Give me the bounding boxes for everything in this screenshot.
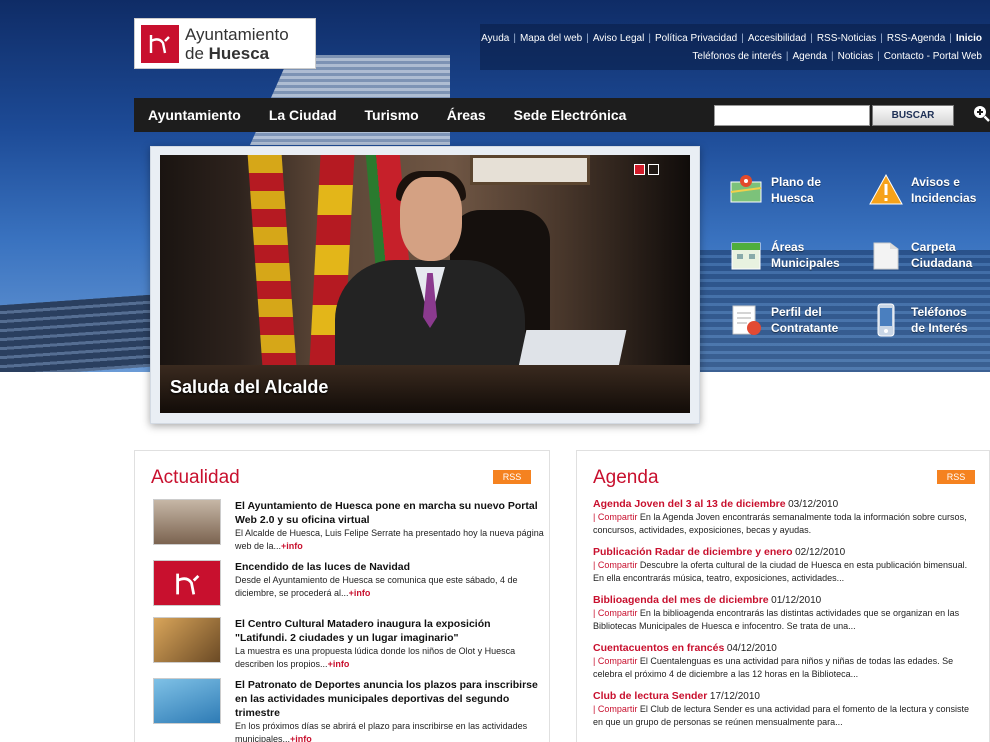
agenda-item-text: El Club de lectura Sender es una activid… — [593, 704, 970, 727]
folder-icon — [873, 242, 899, 270]
link-contacto[interactable]: Contacto - Portal Web — [884, 51, 982, 62]
news-thumb-photo[interactable] — [153, 499, 221, 545]
link-rss-noticias[interactable]: RSS-Noticias — [817, 33, 876, 44]
quick-links: Plano de Huesca Avisos e Incidencias Áre… — [712, 160, 990, 360]
logo-line1: Ayuntamiento — [185, 24, 289, 44]
news-title[interactable]: El Ayuntamiento de Huesca pone en marcha… — [235, 499, 545, 527]
list-item: Biblioagenda del mes de diciembre 01/12/… — [593, 594, 979, 633]
link-aviso-legal[interactable]: Aviso Legal — [593, 33, 645, 44]
slide-dot-1[interactable] — [634, 164, 645, 175]
quick-telefonos[interactable]: Teléfonos de Interés — [868, 302, 968, 338]
agenda-item-date: 02/12/2010 — [795, 547, 846, 558]
news-text: Desde el Ayuntamiento de Huesca se comun… — [235, 575, 518, 598]
link-rss-agenda[interactable]: RSS-Agenda — [887, 33, 945, 44]
news-thumb-photo[interactable] — [153, 617, 221, 663]
news-thumb-logo[interactable] — [153, 560, 221, 606]
news-thumb-photo[interactable] — [153, 678, 221, 724]
news-text: La muestra es una propuesta lúdica donde… — [235, 646, 516, 669]
slider-dots — [634, 164, 659, 175]
quick-carpeta[interactable]: Carpeta Ciudadana — [868, 237, 972, 273]
huesca-logo-icon — [141, 24, 179, 63]
news-title[interactable]: El Patronato de Deportes anuncia los pla… — [235, 678, 545, 720]
link-mapa-web[interactable]: Mapa del web — [520, 33, 582, 44]
list-item: Cuentacuentos en francés 04/12/2010 | Co… — [593, 642, 979, 681]
agenda-item-text: En la Agenda Joven encontrarás semanalme… — [593, 512, 967, 535]
site-logo[interactable]: Ayuntamiento de Huesca — [134, 18, 316, 69]
actualidad-panel: Actualidad RSS El Ayuntamiento de Huesca… — [134, 450, 550, 742]
news-more-link[interactable]: +info — [328, 659, 350, 669]
link-agenda[interactable]: Agenda — [793, 51, 827, 62]
link-inicio[interactable]: Inicio — [956, 33, 982, 44]
agenda-rss-button[interactable]: RSS — [937, 470, 975, 484]
building-icon — [731, 242, 761, 270]
agenda-item-title[interactable]: Club de lectura Sender — [593, 690, 707, 702]
quick-plano[interactable]: Plano de Huesca — [728, 172, 821, 208]
quick-avisos[interactable]: Avisos e Incidencias — [868, 172, 976, 208]
agenda-item-date: 03/12/2010 — [788, 499, 839, 510]
actualidad-rss-button[interactable]: RSS — [493, 470, 531, 484]
news-text: En los próximos días se abrirá el plazo … — [235, 721, 528, 742]
link-ayuda[interactable]: Ayuda — [481, 33, 509, 44]
nav-sede-electronica[interactable]: Sede Electrónica — [500, 107, 641, 123]
agenda-item-date: 01/12/2010 — [771, 595, 822, 606]
list-item: Agenda Joven del 3 al 13 de diciembre 03… — [593, 498, 979, 537]
quick-perfil[interactable]: Perfil del Contratante — [728, 302, 838, 338]
share-link[interactable]: | Compartir — [593, 656, 637, 666]
nav-ayuntamiento[interactable]: Ayuntamiento — [134, 107, 255, 123]
news-more-link[interactable]: +info — [290, 734, 312, 742]
nav-la-ciudad[interactable]: La Ciudad — [255, 107, 351, 123]
news-more-link[interactable]: +info — [349, 588, 371, 598]
utility-row-2: Teléfonos de interés | Agenda | Noticias | Con… — [692, 51, 982, 62]
agenda-title: Agenda — [593, 467, 659, 488]
contract-icon — [732, 305, 761, 335]
map-icon — [730, 175, 762, 203]
share-link[interactable]: | Compartir — [593, 704, 637, 714]
feature-caption[interactable]: Saluda del Alcalde — [170, 377, 328, 398]
agenda-item-date: 17/12/2010 — [709, 691, 760, 702]
nav-turismo[interactable]: Turismo — [351, 107, 433, 123]
agenda-item-title[interactable]: Publicación Radar de diciembre y enero — [593, 546, 793, 558]
utility-row-1: Ayuda | Mapa del web | Aviso Legal | Política … — [481, 33, 982, 44]
agenda-item-title[interactable]: Cuentacuentos en francés — [593, 642, 724, 654]
link-noticias[interactable]: Noticias — [838, 51, 874, 62]
agenda-item-title[interactable]: Biblioagenda del mes de diciembre — [593, 594, 769, 606]
link-telefonos[interactable]: Teléfonos de interés — [692, 51, 782, 62]
agenda-panel: Agenda RSS Agenda Joven del 3 al 13 de d… — [576, 450, 990, 742]
share-link[interactable]: | Compartir — [593, 560, 637, 570]
zoom-in-icon[interactable] — [972, 104, 990, 122]
share-link[interactable]: | Compartir — [593, 608, 637, 618]
feature-mayor-photo[interactable]: Saluda del Alcalde — [160, 155, 690, 413]
list-item: Publicación Radar de diciembre y enero 0… — [593, 546, 979, 585]
search-input[interactable] — [714, 105, 870, 126]
news-title[interactable]: Encendido de las luces de Navidad — [235, 560, 545, 574]
nav-areas[interactable]: Áreas — [433, 107, 500, 123]
list-item: Club de lectura Sender 17/12/2010 | Comp… — [593, 690, 979, 729]
agenda-item-date: 04/12/2010 — [726, 643, 777, 654]
agenda-item-text: El Cuentalenguas es una actividad para n… — [593, 656, 954, 679]
news-more-link[interactable]: +info — [281, 541, 303, 551]
quick-areas[interactable]: Áreas Municipales — [728, 237, 840, 273]
agenda-item-text: En la biblioagenda encontrarás las disti… — [593, 608, 960, 631]
share-link[interactable]: | Compartir — [593, 512, 637, 522]
main-nav: Ayuntamiento La Ciudad Turismo Áreas Sed… — [134, 98, 990, 132]
slide-dot-2[interactable] — [648, 164, 659, 175]
link-privacidad[interactable]: Política Privacidad — [655, 33, 737, 44]
agenda-item-text: Descubre la oferta cultural de la ciudad… — [593, 560, 968, 583]
agenda-item-title[interactable]: Agenda Joven del 3 al 13 de diciembre — [593, 498, 786, 510]
phone-icon — [877, 303, 895, 337]
search-button[interactable]: BUSCAR — [872, 105, 954, 126]
huesca-logo-icon — [176, 573, 200, 595]
logo-line2: de Huesca — [185, 43, 270, 63]
building-left-graphic — [0, 294, 150, 372]
news-title[interactable]: El Centro Cultural Matadero inaugura la … — [235, 617, 545, 645]
actualidad-title: Actualidad — [151, 467, 240, 488]
utility-links: Ayuda | Mapa del web | Aviso Legal | Política … — [480, 24, 990, 70]
warning-icon — [869, 173, 903, 205]
link-accesibilidad[interactable]: Accesibilidad — [748, 33, 806, 44]
